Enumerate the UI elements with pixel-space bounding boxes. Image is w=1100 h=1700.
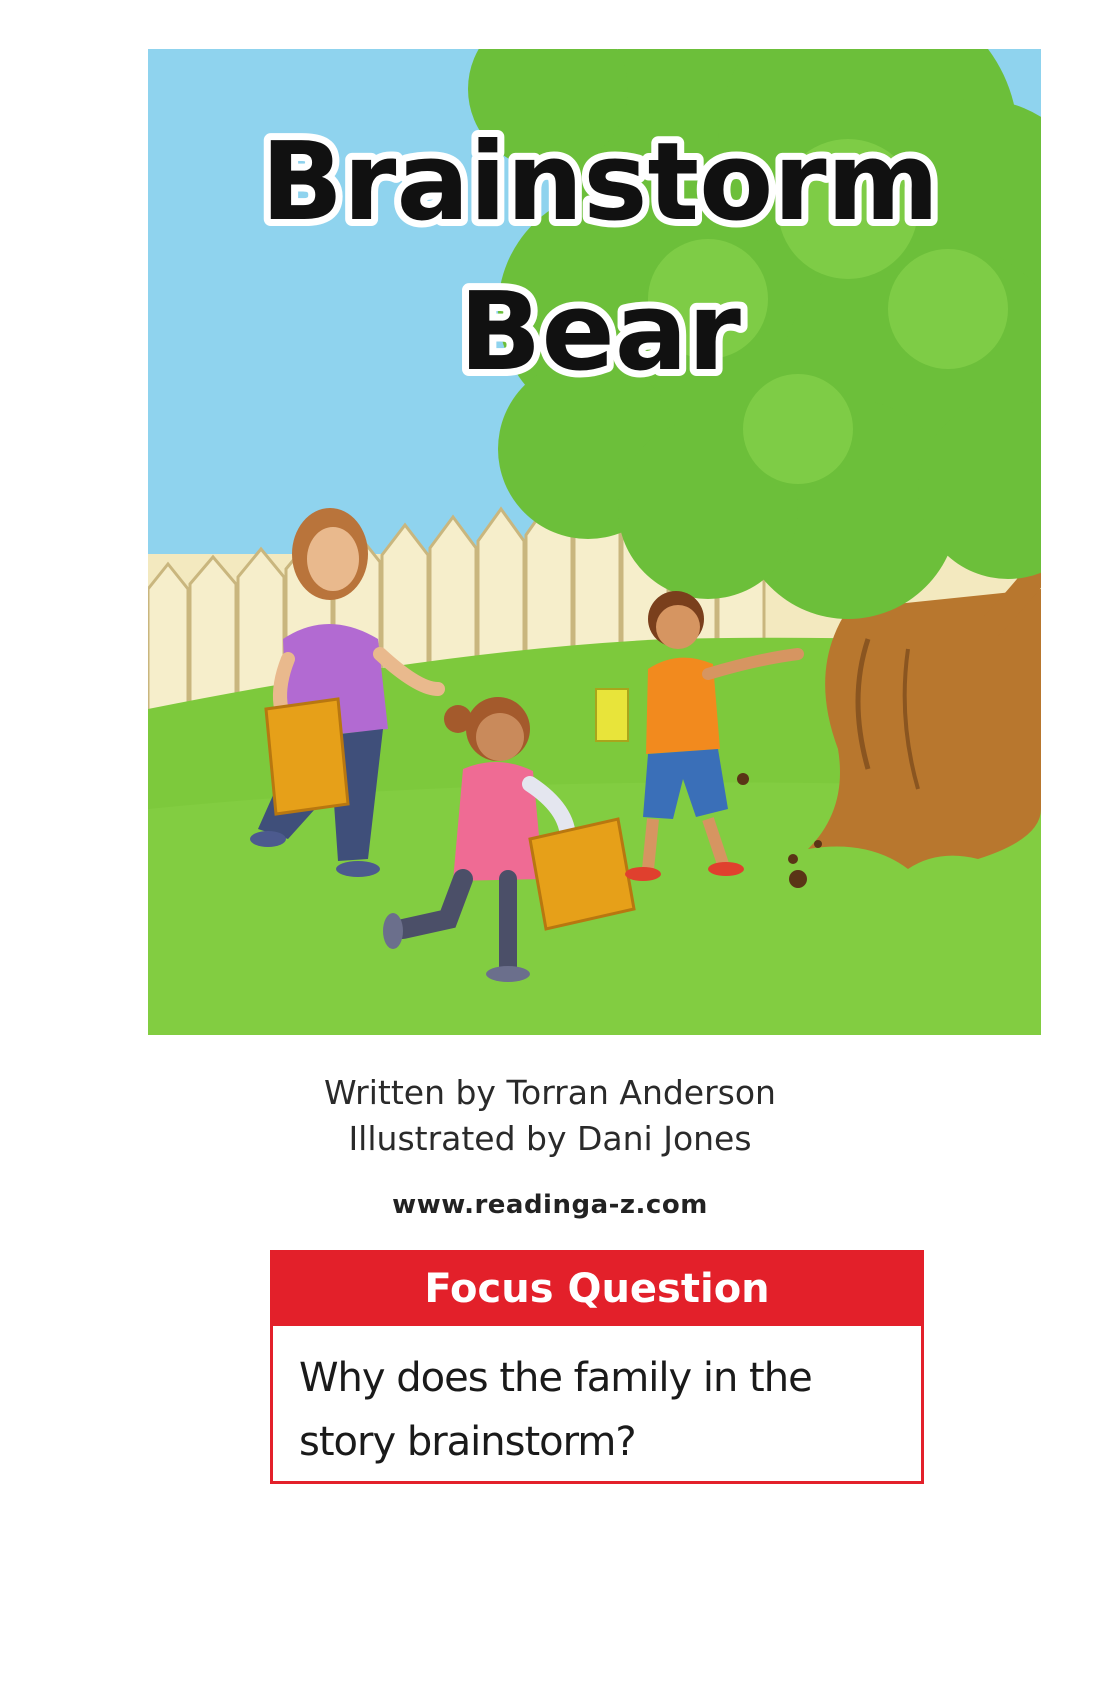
cover-scene: Brainstorm Bear <box>148 49 1041 1035</box>
cover-illustration: Brainstorm Bear <box>148 49 1041 1035</box>
website-url: www.readinga-z.com <box>392 1190 708 1220</box>
focus-question-box: Focus Question Why does the family in th… <box>270 1250 924 1484</box>
author-credit: Written by Torran Anderson <box>324 1073 776 1112</box>
focus-question-header: Focus Question <box>273 1253 921 1326</box>
book-title-line2: Bear <box>459 270 741 395</box>
book-title-line1: Brainstorm <box>261 120 939 245</box>
focus-question-text: Why does the family in the story brainst… <box>299 1355 813 1465</box>
illustrator-credit: Illustrated by Dani Jones <box>348 1119 752 1158</box>
